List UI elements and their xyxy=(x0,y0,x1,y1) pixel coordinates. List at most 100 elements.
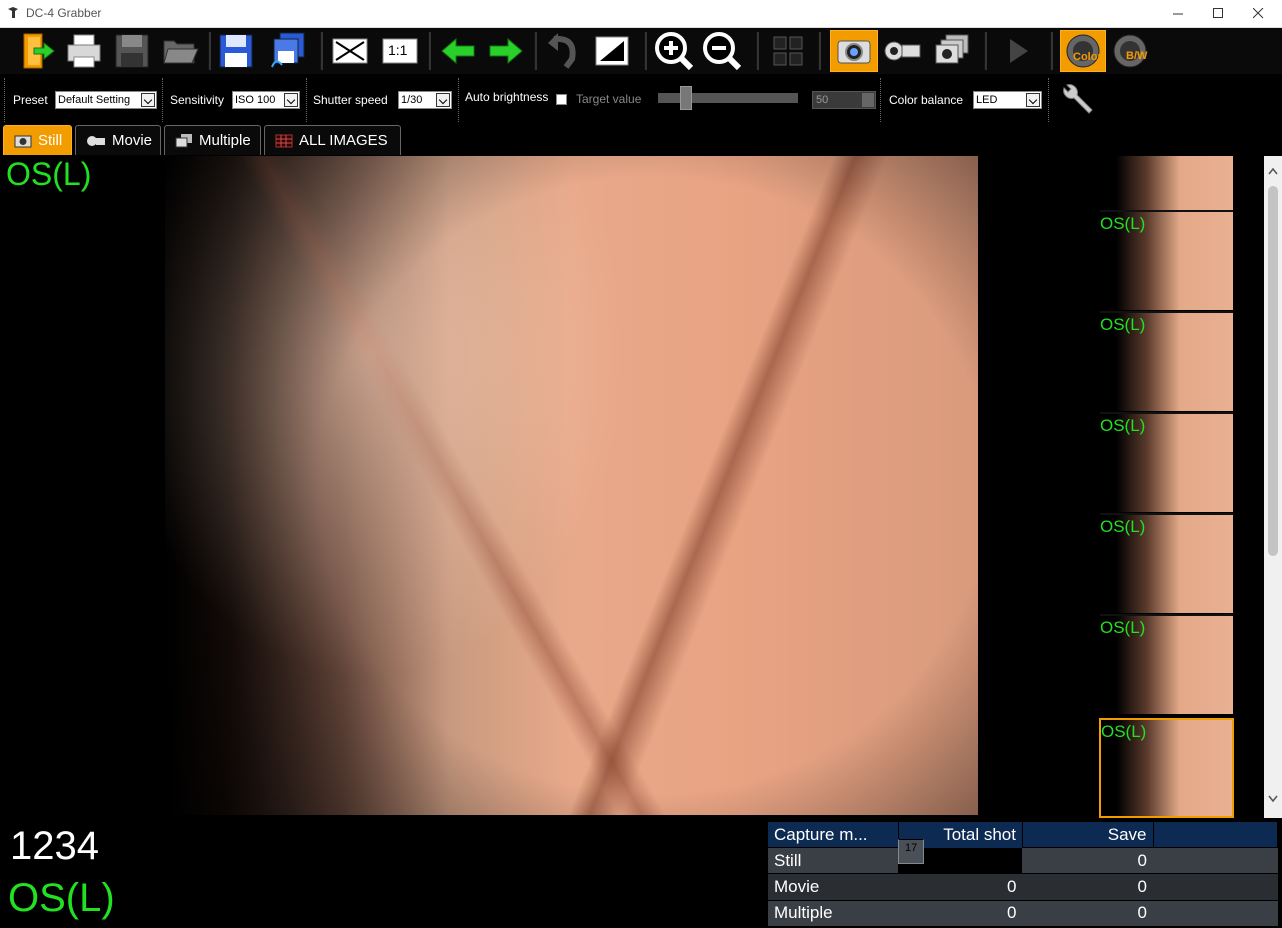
minimize-button[interactable] xyxy=(1158,0,1198,27)
thumbnail-strip: OS(L) OS(L) OS(L) OS(L) OS(L) OS(L) xyxy=(1098,156,1234,818)
actual-size-button[interactable]: 1:1 xyxy=(378,30,422,72)
app-icon xyxy=(8,7,18,18)
zoom-in-button[interactable] xyxy=(652,30,696,72)
movie-mode-button[interactable] xyxy=(880,30,924,72)
bw-mode-button[interactable]: B/W xyxy=(1108,30,1152,72)
printer-icon xyxy=(67,34,101,68)
sensitivity-select-value: ISO 100 xyxy=(235,94,276,106)
exit-button[interactable] xyxy=(14,30,58,72)
grid-view-button[interactable] xyxy=(766,30,810,72)
toolbar-grip xyxy=(458,78,462,122)
auto-brightness-checkbox[interactable] xyxy=(556,94,567,105)
toolbar-grip xyxy=(880,78,884,122)
thumbnail-item[interactable] xyxy=(1100,156,1233,210)
tab-all-images[interactable]: ALL IMAGES xyxy=(264,125,401,155)
cell-total: 0 xyxy=(898,873,1023,901)
thumbnail-item[interactable]: OS(L) xyxy=(1100,311,1233,411)
undo-button[interactable] xyxy=(542,30,586,72)
scroll-down-icon[interactable] xyxy=(1264,790,1282,808)
still-mode-button[interactable] xyxy=(830,30,878,72)
toolbar-grip xyxy=(1048,78,1052,122)
tab-movie[interactable]: Movie xyxy=(75,125,161,155)
zoom-out-button[interactable] xyxy=(700,30,744,72)
save-disk-button[interactable] xyxy=(110,30,154,72)
cell-empty xyxy=(1153,899,1278,926)
tab-still[interactable]: Still xyxy=(3,125,72,155)
print-button[interactable] xyxy=(62,30,106,72)
thumbnail-label: OS(L) xyxy=(1101,722,1147,741)
maximize-button[interactable] xyxy=(1198,0,1238,27)
sensitivity-select[interactable]: ISO 100 xyxy=(232,91,300,109)
target-value-spinbox[interactable]: 50 xyxy=(812,91,876,109)
settings-wrench-button[interactable] xyxy=(1056,80,1096,120)
preset-label: Preset xyxy=(13,93,48,107)
chevron-down-icon xyxy=(436,93,450,107)
video-camera-icon xyxy=(884,41,921,61)
target-value-slider-track xyxy=(658,93,798,103)
contrast-button[interactable] xyxy=(590,30,634,72)
play-button[interactable] xyxy=(996,30,1040,72)
target-value-slider-thumb[interactable] xyxy=(680,86,692,110)
capture-stats-table: Capture m... Total shot Save Still 17 0 … xyxy=(768,822,1279,926)
main-toolbar: 1:1 Color B/W xyxy=(0,28,1282,74)
thumbnail-item[interactable]: OS(L) xyxy=(1100,513,1233,613)
column-header-save[interactable]: Save xyxy=(1022,822,1154,848)
shutter-speed-select[interactable]: 1/30 xyxy=(398,91,452,109)
wrench-icon xyxy=(1063,84,1093,114)
exit-door-icon xyxy=(23,33,55,69)
scroll-up-icon[interactable] xyxy=(1264,162,1282,180)
multiple-mode-button[interactable] xyxy=(930,30,974,72)
color-mode-button[interactable]: Color xyxy=(1060,30,1106,72)
eye-side-label: OS(L) xyxy=(6,156,92,192)
mode-tab-bar: Still Movie Multiple ALL IMAGES xyxy=(0,124,1282,156)
toolbar-separator xyxy=(208,32,211,70)
chevron-down-icon xyxy=(141,93,155,107)
play-icon xyxy=(1010,39,1028,63)
save-as-button[interactable] xyxy=(264,30,308,72)
tab-multiple-label: Multiple xyxy=(199,132,251,149)
column-header-capture-mode[interactable]: Capture m... xyxy=(768,822,899,848)
toolbar-grip xyxy=(162,78,166,122)
thumbnail-item[interactable]: OS(L) xyxy=(1100,412,1233,512)
auto-brightness-label: Auto brightness xyxy=(465,90,549,104)
shutter-speed-label: Shutter speed xyxy=(313,93,388,107)
cell-empty xyxy=(1153,846,1278,874)
preset-select[interactable]: Default Setting xyxy=(55,91,157,109)
video-camera-icon xyxy=(86,135,105,146)
color-balance-select[interactable]: LED xyxy=(973,91,1042,109)
shutter-speed-select-value: 1/30 xyxy=(401,94,423,106)
next-image-button[interactable] xyxy=(484,30,528,72)
chevron-down-icon xyxy=(284,93,298,107)
grid-images-icon xyxy=(275,134,293,147)
tab-multiple[interactable]: Multiple xyxy=(164,125,261,155)
previous-image-button[interactable] xyxy=(436,30,480,72)
thumbnail-item-selected[interactable]: OS(L) xyxy=(1099,718,1234,818)
thumbnail-label: OS(L) xyxy=(1100,416,1146,435)
tab-all-images-label: ALL IMAGES xyxy=(299,132,388,149)
sensitivity-label: Sensitivity xyxy=(170,93,225,107)
table-row[interactable]: Multiple 0 0 xyxy=(768,899,1278,926)
color-balance-label: Color balance xyxy=(889,93,964,107)
thumbnail-item[interactable]: OS(L) xyxy=(1100,210,1233,310)
multi-camera-icon xyxy=(935,34,969,64)
cell-mode: Movie xyxy=(768,873,899,901)
open-folder-button[interactable] xyxy=(158,30,202,72)
table-row[interactable]: Movie 0 0 xyxy=(768,873,1278,901)
thumbnail-label: OS(L) xyxy=(1100,517,1146,536)
thumbnail-scrollbar[interactable] xyxy=(1264,156,1282,818)
undo-icon xyxy=(548,33,576,69)
tab-movie-label: Movie xyxy=(111,132,152,149)
color-balance-select-value: LED xyxy=(976,94,998,106)
table-row[interactable]: Still 17 0 xyxy=(768,839,1278,874)
zoom-in-icon xyxy=(655,32,694,71)
cell-save: 0 xyxy=(1022,899,1154,926)
toolbar-separator xyxy=(818,32,821,70)
fit-window-button[interactable] xyxy=(328,30,372,72)
bottom-eye-label: OS(L) xyxy=(8,876,115,920)
thumbnail-item[interactable]: OS(L) xyxy=(1100,614,1233,714)
window-title: DC-4 Grabber xyxy=(26,6,102,20)
close-button[interactable] xyxy=(1238,0,1278,27)
save-button[interactable] xyxy=(214,30,258,72)
bw-mode-label: B/W xyxy=(1126,50,1148,62)
scrollbar-thumb[interactable] xyxy=(1268,186,1278,556)
